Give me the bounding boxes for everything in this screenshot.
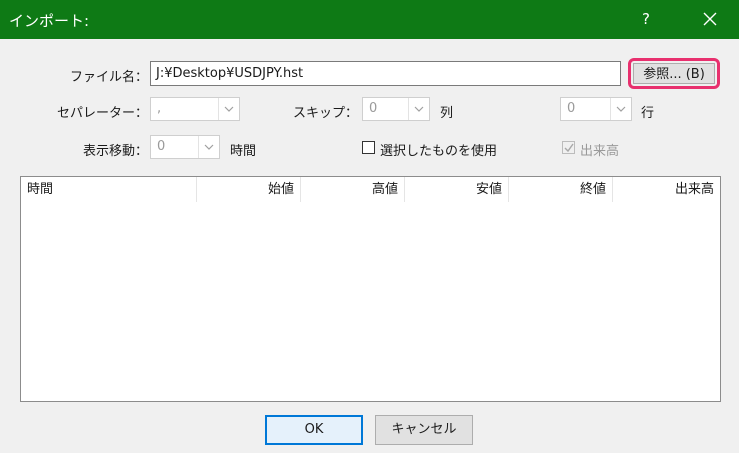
column-header-high[interactable]: 高値 [301, 177, 405, 202]
browse-highlight: 参照... (B) [628, 58, 720, 89]
skip-column-value: 0 [369, 101, 378, 116]
help-button[interactable]: ? [638, 10, 654, 28]
shift-select[interactable]: 0 [150, 135, 220, 159]
chevron-down-icon [408, 98, 429, 120]
ok-button[interactable]: OK [265, 415, 363, 445]
data-table[interactable]: 時間 始値 高値 安値 終値 出来高 [20, 176, 721, 402]
volume-label: 出来高 [580, 144, 620, 159]
volume-checkbox[interactable] [562, 141, 575, 154]
skip-column-select[interactable]: 0 [362, 97, 430, 121]
column-header-volume[interactable]: 出来高 [613, 177, 720, 202]
column-header-open[interactable]: 始値 [197, 177, 301, 202]
shift-label: 表示移動： [82, 144, 148, 159]
shift-unit-label: 時間 [230, 144, 257, 159]
browse-button[interactable]: 参照... (B) [633, 63, 715, 84]
skip-row-value: 0 [567, 101, 576, 116]
row-unit-label: 行 [641, 106, 655, 121]
column-header-close[interactable]: 終値 [509, 177, 613, 202]
chevron-down-icon [198, 136, 219, 158]
cancel-button[interactable]: キャンセル [375, 415, 473, 445]
column-header-time[interactable]: 時間 [21, 177, 197, 202]
chevron-down-icon [610, 98, 631, 120]
skip-row-select[interactable]: 0 [560, 97, 632, 121]
window-title: インポート: [9, 12, 90, 30]
table-header: 時間 始値 高値 安値 終値 出来高 [21, 177, 720, 202]
close-button[interactable] [690, 3, 730, 35]
separator-select[interactable]: , [150, 97, 240, 121]
chevron-down-icon [218, 98, 239, 120]
skip-label: スキップ： [292, 106, 358, 121]
use-selected-checkbox[interactable] [362, 141, 375, 154]
close-icon [703, 12, 717, 26]
separator-label: セパレーター： [56, 106, 148, 121]
title-bar: インポート: ? [0, 0, 739, 39]
column-header-low[interactable]: 安値 [405, 177, 509, 202]
use-selected-label: 選択したものを使用 [380, 144, 498, 159]
separator-value: , [157, 101, 162, 116]
filename-label: ファイル名： [69, 70, 148, 85]
filename-input[interactable]: J:¥Desktop¥USDJPY.hst [150, 61, 621, 86]
checkmark-icon [564, 143, 574, 153]
shift-value: 0 [157, 139, 166, 154]
column-unit-label: 列 [440, 106, 454, 121]
